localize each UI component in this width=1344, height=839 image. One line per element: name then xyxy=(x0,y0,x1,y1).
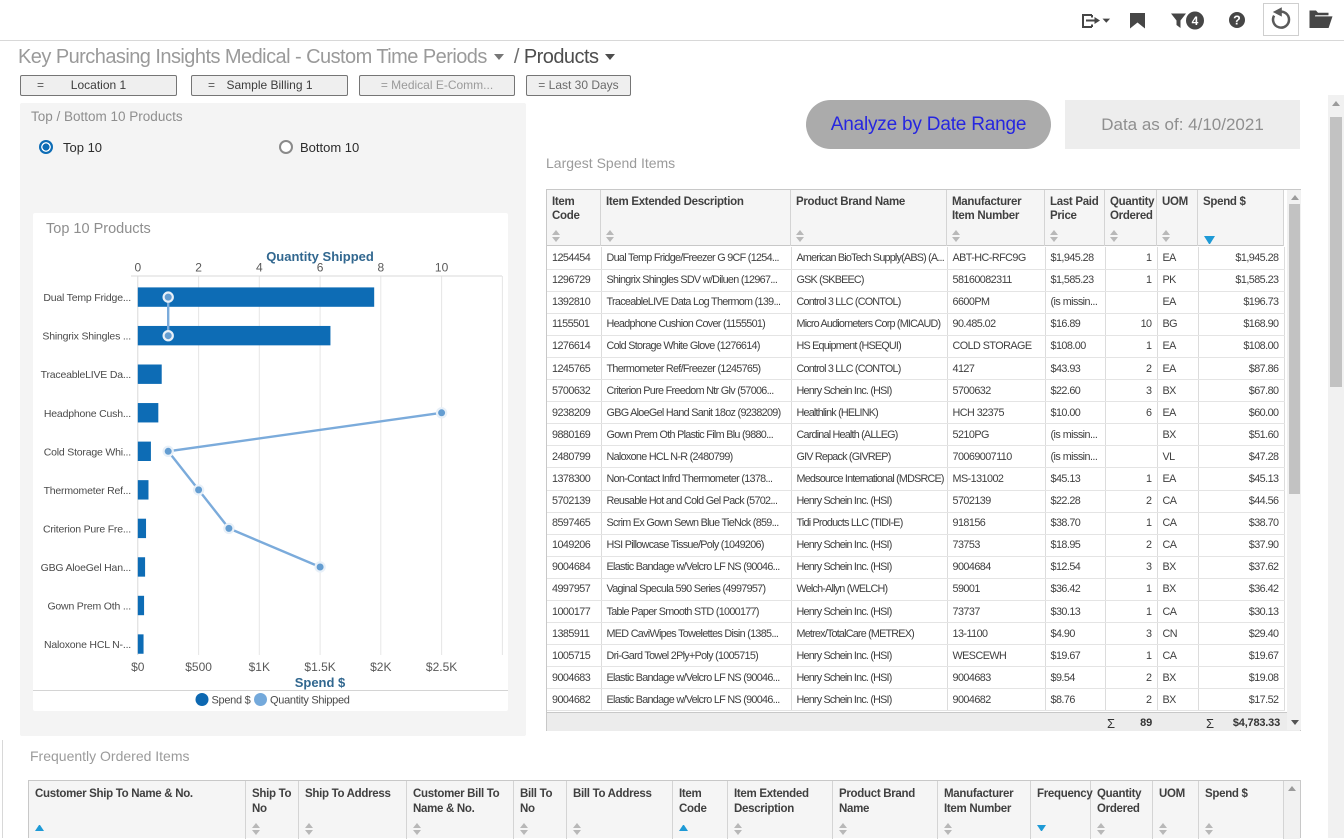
svg-text:$2K: $2K xyxy=(370,660,391,674)
svg-text:Spend $: Spend $ xyxy=(295,675,346,690)
svg-text:Thermometer Ref...: Thermometer Ref... xyxy=(44,485,131,497)
svg-text:TraceableLIVE Da...: TraceableLIVE Da... xyxy=(41,369,131,381)
svg-text:Naloxone HCL N-...: Naloxone HCL N-... xyxy=(44,639,131,651)
svg-text:Quantity Shipped: Quantity Shipped xyxy=(270,695,350,707)
svg-text:4: 4 xyxy=(1192,14,1199,28)
svg-text:4: 4 xyxy=(256,261,263,275)
svg-text:6: 6 xyxy=(317,261,324,275)
svg-text:Spend $: Spend $ xyxy=(212,695,251,707)
svg-text:8: 8 xyxy=(377,261,384,275)
svg-text:10: 10 xyxy=(435,261,449,275)
svg-text:0: 0 xyxy=(134,261,141,275)
svg-text:Gown Prem Oth ...: Gown Prem Oth ... xyxy=(47,601,131,613)
svg-text:Top 10 Products: Top 10 Products xyxy=(46,221,151,237)
svg-text:Criterion Pure Fre...: Criterion Pure Fre... xyxy=(43,523,131,535)
svg-text:Headphone Cush...: Headphone Cush... xyxy=(44,408,131,420)
svg-text:$500: $500 xyxy=(185,660,212,674)
svg-text:$0: $0 xyxy=(131,660,145,674)
svg-text:Cold Storage Whi...: Cold Storage Whi... xyxy=(44,446,131,458)
svg-text:$1.5K: $1.5K xyxy=(304,660,335,674)
svg-text:$2.5K: $2.5K xyxy=(426,660,457,674)
svg-text:GBG AloeGel Han...: GBG AloeGel Han... xyxy=(41,562,131,574)
svg-text:$1K: $1K xyxy=(249,660,270,674)
svg-text:2: 2 xyxy=(195,261,202,275)
svg-text:Dual Temp Fridge...: Dual Temp Fridge... xyxy=(43,292,131,304)
svg-text:?: ? xyxy=(1233,14,1241,28)
svg-text:Shingrix Shingles ...: Shingrix Shingles ... xyxy=(42,331,131,343)
